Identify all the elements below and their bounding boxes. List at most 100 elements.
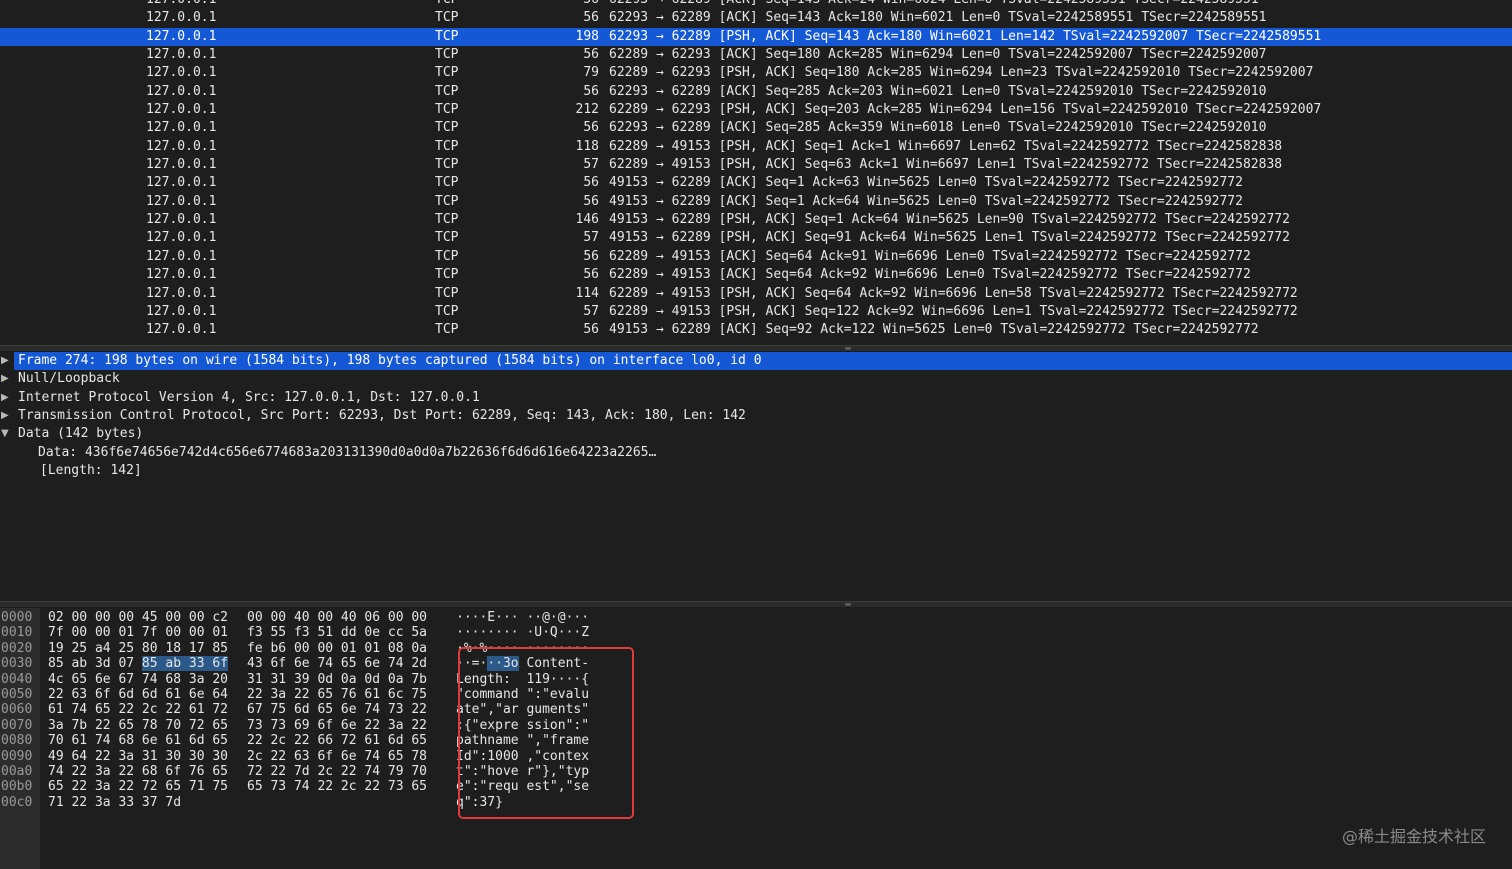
hex-dump-row[interactable]: 00b0 65 22 3a 22 72 65 71 75 65 73 74 22 2… [0, 779, 1512, 794]
packet-row[interactable]: 127.0.0.1 TCP 56 62289 → 49153 [ACK] Seq=64… [0, 248, 1512, 266]
ascii-dump: "command ":"evalu [456, 687, 590, 702]
detail-tree-label: Data: 436f6e74656e742d4c656e6774683a2031… [38, 444, 657, 460]
packet-row[interactable]: 127.0.0.1 TCP 56 62293 → 62289 [ACK] Seq=14… [0, 0, 1512, 9]
detail-tree-item[interactable]: ▶ Transmission Control Protocol, Src Port… [0, 407, 1512, 425]
ascii-part: Content- [518, 656, 590, 672]
packet-row-selected[interactable]: 127.0.0.1 TCP 198 62293 → 62289 [PSH, ACK] … [0, 27, 1512, 47]
detail-tree-label: Frame 274: 198 bytes on wire (1584 bits)… [18, 353, 762, 368]
hex-bytes-left: 4c 65 6e 67 74 68 3a 20 [48, 671, 229, 687]
pane-splitter-bottom[interactable] [0, 601, 1512, 607]
detail-tree-item[interactable]: ▶ Internet Protocol Version 4, Src: 127.0… [0, 389, 1512, 407]
packet-source: 127.0.0.1 [146, 285, 217, 301]
expand-right-icon[interactable]: ▶ [1, 407, 9, 425]
packet-source: 127.0.0.1 [146, 322, 217, 338]
packet-protocol: TCP [435, 138, 459, 154]
splitter-grip[interactable] [845, 347, 851, 350]
packet-row[interactable]: 127.0.0.1 TCP 56 62289 → 49153 [ACK] Seq=64… [0, 266, 1512, 284]
ascii-dump: Id":1000 ,"contex [456, 748, 590, 764]
hex-dump-row[interactable]: 0030 85 ab 3d 07 85 ab 33 6f 43 6f 6e 74 6… [0, 656, 1512, 672]
splitter-grip[interactable] [845, 603, 851, 606]
hex-bytes-left: 02 00 00 00 45 00 00 c2 [48, 610, 229, 625]
hex-dump-row[interactable]: 0010 7f 00 00 01 7f 00 00 01 f3 55 f3 51 d… [0, 625, 1512, 640]
packet-protocol: TCP [435, 175, 459, 191]
hex-bytes-right: 72 22 7d 2c 22 74 79 70 [247, 764, 428, 779]
packet-protocol: TCP [435, 303, 459, 319]
hex-dump-row[interactable]: 0040 4c 65 6e 67 74 68 3a 20 31 31 39 0d 0… [0, 672, 1512, 687]
packet-source: 127.0.0.1 [146, 157, 217, 173]
hex-bytes-left: 65 22 3a 22 72 65 71 75 [48, 779, 229, 795]
expand-right-icon[interactable]: ▶ [1, 352, 9, 370]
expand-down-icon[interactable]: ▼ [1, 425, 9, 443]
packet-protocol: TCP [435, 102, 459, 118]
detail-tree-label: Null/Loopback [18, 371, 120, 387]
packet-row[interactable]: 127.0.0.1 TCP 56 62293 → 62289 [ACK] Seq=14… [0, 9, 1512, 27]
packet-source: 127.0.0.1 [146, 175, 217, 191]
detail-tree-item[interactable]: ▼ Data (142 bytes) [0, 425, 1512, 443]
packet-info: 62293 → 62289 [PSH, ACK] Seq=143 Ack=180… [609, 28, 1322, 44]
packet-protocol: TCP [435, 248, 459, 264]
hex-dump-row[interactable]: 0060 61 74 65 22 2c 22 61 72 67 75 6d 65 6… [0, 702, 1512, 717]
hex-dump-row[interactable]: 0020 19 25 a4 25 80 18 17 85 fe b6 00 00 0… [0, 641, 1512, 656]
packet-length: 56 [583, 267, 599, 283]
packet-info: 62289 → 62293 [PSH, ACK] Seq=203 Ack=285… [609, 102, 1322, 118]
packet-protocol: TCP [435, 10, 459, 26]
packet-row[interactable]: 127.0.0.1 TCP 118 62289 → 49153 [PSH, ACK] … [0, 138, 1512, 156]
detail-tree-label: Data (142 bytes) [18, 426, 144, 442]
hex-dump-row[interactable]: 0090 49 64 22 3a 31 30 30 30 2c 22 63 6f 6… [0, 749, 1512, 764]
packet-length: 56 [560, 0, 599, 9]
packet-details-pane[interactable]: ▶ Frame 274: 198 bytes on wire (1584 bits… [0, 351, 1512, 601]
hex-dump-row[interactable]: 00c0 71 22 3a 33 37 7d q":37} [0, 795, 1512, 810]
packet-length: 56 [583, 10, 599, 26]
detail-tree-item[interactable]: ▶ Null/Loopback [0, 370, 1512, 388]
packet-row[interactable]: 127.0.0.1 TCP 57 62289 → 49153 [PSH, ACK] S… [0, 303, 1512, 321]
packet-row[interactable]: 127.0.0.1 TCP 57 49153 → 62289 [PSH, ACK] S… [0, 229, 1512, 247]
ascii-dump: ate","ar guments" [456, 702, 590, 718]
hex-dump-row[interactable]: 0080 70 61 74 68 6e 61 6d 65 22 2c 22 66 7… [0, 733, 1512, 748]
detail-tree-item[interactable]: Data: 436f6e74656e742d4c656e6774683a2031… [0, 444, 1512, 462]
hex-offset: 0020 [1, 640, 33, 656]
ascii-dump: ·%·%···· ········ [456, 640, 590, 656]
packet-row[interactable]: 127.0.0.1 TCP 146 49153 → 62289 [PSH, ACK] … [0, 211, 1512, 229]
packet-source: 127.0.0.1 [146, 138, 217, 154]
packet-source: 127.0.0.1 [146, 267, 217, 283]
detail-tree-item[interactable]: ▶ Frame 274: 198 bytes on wire (1584 bits… [1, 352, 1512, 371]
packet-info: 62289 → 49153 [PSH, ACK] Seq=122 Ack=92 … [609, 303, 1298, 319]
packet-length: 56 [583, 248, 599, 264]
hex-bytes-left: 74 22 3a 22 68 6f 76 65 [48, 764, 229, 779]
packet-protocol: TCP [435, 0, 458, 9]
packet-length: 56 [583, 322, 599, 338]
packet-row[interactable]: 127.0.0.1 TCP 56 62293 → 62289 [ACK] Seq=28… [0, 83, 1512, 101]
hex-bytes-right: 73 73 69 6f 6e 22 3a 22 [247, 717, 428, 733]
expand-right-icon[interactable]: ▶ [1, 370, 9, 388]
packet-source: 127.0.0.1 [146, 120, 217, 136]
hex-bytes-left: 22 63 6f 6d 6d 61 6e 64 [48, 687, 229, 702]
packet-row[interactable]: 127.0.0.1 TCP 56 49153 → 62289 [ACK] Seq=1 … [0, 193, 1512, 211]
packet-bytes-pane[interactable]: 0000 02 00 00 00 45 00 00 c2 00 00 40 00 4… [0, 608, 1512, 869]
packet-list[interactable]: 127.0.0.1 TCP 56 62293 → 62289 [ACK] Seq=14… [0, 0, 1512, 345]
packet-row[interactable]: 127.0.0.1 TCP 56 49153 → 62289 [ACK] Seq=92… [0, 321, 1512, 339]
packet-info: 49153 → 62289 [PSH, ACK] Seq=91 Ack=64 W… [609, 230, 1290, 246]
packet-source: 127.0.0.1 [146, 10, 217, 26]
hex-dump-row[interactable]: 00a0 74 22 3a 22 68 6f 76 65 72 22 7d 2c 2… [0, 764, 1512, 779]
packet-row[interactable]: 127.0.0.1 TCP 212 62289 → 62293 [PSH, ACK] … [0, 101, 1512, 119]
hex-offset: 00a0 [1, 764, 33, 779]
packet-row[interactable]: 127.0.0.1 TCP 57 62289 → 49153 [PSH, ACK] S… [0, 156, 1512, 174]
hex-offset: 0040 [1, 671, 33, 687]
ascii-dump: e":"requ est","se [456, 779, 590, 795]
packet-length: 57 [583, 303, 599, 319]
packet-row[interactable]: 127.0.0.1 TCP 56 49153 → 62289 [ACK] Seq=1 … [0, 174, 1512, 192]
packet-length: 79 [583, 65, 599, 81]
packet-info: 62293 → 62289 [ACK] Seq=285 Ack=203 Win=… [609, 83, 1267, 99]
expand-right-icon[interactable]: ▶ [1, 389, 9, 407]
packet-source: 127.0.0.1 [146, 83, 217, 99]
packet-row[interactable]: 127.0.0.1 TCP 56 62293 → 62289 [ACK] Seq=28… [0, 119, 1512, 137]
packet-row[interactable]: 127.0.0.1 TCP 79 62289 → 62293 [PSH, ACK] S… [0, 64, 1512, 82]
detail-tree-item[interactable]: [Length: 142] [0, 462, 1512, 480]
hex-bytes-right: 00 00 40 00 40 06 00 00 [247, 610, 428, 625]
hex-dump-row[interactable]: 0070 3a 7b 22 65 78 70 72 65 73 73 69 6f 6… [0, 718, 1512, 733]
hex-dump-row[interactable]: 0050 22 63 6f 6d 6d 61 6e 64 22 3a 22 65 7… [0, 687, 1512, 702]
packet-row[interactable]: 127.0.0.1 TCP 56 62289 → 62293 [ACK] Seq=18… [0, 46, 1512, 64]
packet-length: 56 [583, 175, 599, 191]
hex-dump-row[interactable]: 0000 02 00 00 00 45 00 00 c2 00 00 40 00 4… [0, 610, 1512, 625]
packet-row[interactable]: 127.0.0.1 TCP 114 62289 → 49153 [PSH, ACK] … [0, 285, 1512, 303]
